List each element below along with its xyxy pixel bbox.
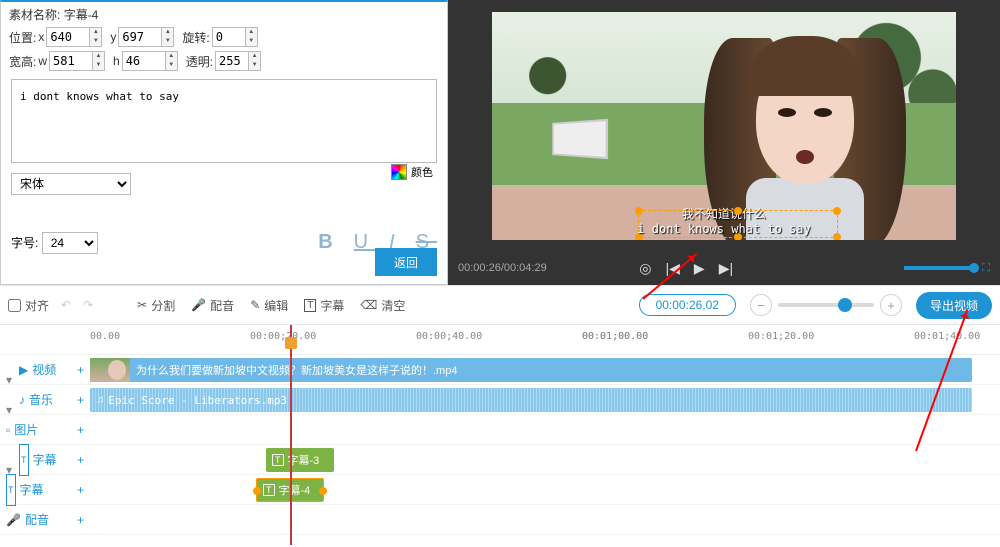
eraser-icon: ⌫ — [360, 298, 377, 312]
pencil-icon: ✎ — [250, 298, 260, 312]
add-icon[interactable]: + — [77, 475, 84, 505]
pos-y-input[interactable] — [118, 27, 162, 47]
time-display: 00:00:26/00:04:29 — [458, 262, 547, 274]
opac, opacity-label: 透明: — [186, 53, 213, 70]
font-size-select[interactable]: 24 — [42, 232, 98, 254]
text-icon: T — [304, 299, 316, 312]
redo-icon[interactable]: ↷ — [83, 298, 93, 312]
text-icon: T — [6, 474, 16, 506]
scissors-icon: ✂ — [137, 298, 147, 312]
font-size-label: 字号: — [11, 234, 38, 251]
pos-x-input[interactable] — [46, 27, 90, 47]
mic-icon: 🎤 — [191, 298, 206, 312]
add-icon[interactable]: + — [77, 445, 84, 475]
play-icon[interactable]: ▶ — [694, 260, 705, 277]
font-family-select[interactable]: 宋体 — [11, 173, 131, 195]
height-spinner[interactable]: ▲▼ — [166, 51, 178, 71]
player-controls: 00:00:26/00:04:29 ◎ |◀ ▶ ▶| ⛶ — [448, 251, 1000, 285]
zoom-in-button[interactable]: + — [880, 294, 902, 316]
add-icon[interactable]: + — [77, 505, 84, 535]
track-area[interactable]: 00.00 00:00;20.00 00:00;40.00 00:01;00.0… — [90, 325, 1000, 547]
subtitle-button[interactable]: T字幕 — [304, 297, 344, 314]
music-track-header[interactable]: ▾♪音乐+ — [0, 385, 90, 415]
image-track-header[interactable]: ▫图片+ — [0, 415, 90, 445]
opacity-spinner[interactable]: ▲▼ — [249, 51, 261, 71]
align-button[interactable]: 对齐 — [8, 297, 49, 314]
h-label: h — [113, 54, 120, 68]
video-track-icon: ▶ — [19, 355, 28, 385]
width-spinner[interactable]: ▲▼ — [93, 51, 105, 71]
fullscreen-icon[interactable]: ⛶ — [982, 262, 990, 275]
zoom-out-button[interactable]: − — [750, 294, 772, 316]
record-button[interactable]: 🎤配音 — [191, 297, 234, 314]
height-input[interactable] — [122, 51, 166, 71]
edit-button[interactable]: ✎编辑 — [250, 297, 288, 314]
position-label: 位置: — [9, 29, 36, 46]
w-label: w — [38, 54, 47, 68]
erase-button[interactable]: ⌫清空 — [360, 297, 405, 314]
playhead[interactable] — [290, 325, 292, 545]
video-clip[interactable]: 为什么我们要做新加坡中文视频？新加坡美女是这样子说的！.mp4 — [90, 358, 972, 382]
next-icon[interactable]: ▶| — [719, 260, 733, 277]
timeline: ▾▶视频+ ▾♪音乐+ ▫图片+ ▾T字幕+ T字幕+ 🎤配音+ 00.00 0… — [0, 325, 1000, 547]
x-label: x — [38, 30, 44, 44]
snapshot-icon[interactable]: ◎ — [639, 260, 651, 277]
time-ruler[interactable]: 00.00 00:00;20.00 00:00;40.00 00:01;00.0… — [90, 325, 1000, 355]
back-button[interactable]: 返回 — [375, 248, 437, 276]
subtitle-track-header-2[interactable]: T字幕+ — [0, 475, 90, 505]
video-track-header[interactable]: ▾▶视频+ — [0, 355, 90, 385]
rotation-label: 旋转: — [182, 29, 209, 46]
material-name-label: 素材名称: — [9, 6, 60, 23]
size-label: 宽高: — [9, 53, 36, 70]
cut-button[interactable]: ✂分割 — [137, 297, 175, 314]
subtitle-en: i dont knows what to say — [492, 222, 956, 236]
width-input[interactable] — [49, 51, 93, 71]
rotation-spinner[interactable]: ▲▼ — [246, 27, 258, 47]
subtitle-track-header-1[interactable]: ▾T字幕+ — [0, 445, 90, 475]
chevron-down-icon: ▾ — [6, 455, 15, 464]
pos-y-spinner[interactable]: ▲▼ — [162, 27, 174, 47]
prev-icon[interactable]: |◀ — [666, 260, 680, 277]
subtitle-text-box — [11, 79, 437, 163]
add-icon[interactable]: + — [77, 385, 84, 415]
volume-slider[interactable] — [904, 266, 974, 270]
audio-track-header[interactable]: 🎤配音+ — [0, 505, 90, 535]
chevron-down-icon: ▾ — [6, 395, 15, 404]
opacity-input[interactable] — [215, 51, 249, 71]
properties-panel: 素材名称: 字幕-4 位置: x ▲▼ y ▲▼ 旋转: ▲▼ 宽高: w ▲▼… — [0, 0, 448, 285]
video-canvas[interactable]: 我不知道说什么 i dont knows what to say — [492, 12, 956, 240]
text-icon: T — [263, 484, 275, 496]
add-icon[interactable]: + — [77, 355, 84, 385]
image-track-icon: ▫ — [6, 415, 10, 445]
subtitle-clip-1[interactable]: T字幕-3 — [266, 448, 334, 472]
undo-icon[interactable]: ↶ — [61, 298, 71, 312]
y-label: y — [110, 30, 116, 44]
chevron-down-icon: ▾ — [6, 365, 15, 374]
pos-x-spinner[interactable]: ▲▼ — [90, 27, 102, 47]
zoom-slider[interactable] — [778, 303, 874, 307]
color-label: 颜色 — [411, 164, 433, 180]
text-icon: T — [19, 444, 29, 476]
music-track-icon: ♪ — [19, 385, 25, 415]
color-swatch[interactable] — [391, 164, 407, 180]
video-preview: 我不知道说什么 i dont knows what to say 00:00:2… — [448, 0, 1000, 285]
audio-clip[interactable]: ♫ Epic Score - Liberators.mp3 — [90, 388, 972, 412]
export-button[interactable]: 导出视频 — [916, 292, 992, 319]
text-icon: T — [272, 454, 284, 466]
rotation-input[interactable] — [212, 27, 246, 47]
subtitle-text-input[interactable] — [12, 80, 436, 103]
mic-icon: 🎤 — [6, 505, 21, 535]
timecode-display: 00:00:26,02 — [639, 294, 736, 316]
main-toolbar: 对齐 ↶ ↷ ✂分割 🎤配音 ✎编辑 T字幕 ⌫清空 00:00:26,02 −… — [0, 285, 1000, 325]
align-checkbox[interactable] — [8, 299, 21, 312]
track-headers: ▾▶视频+ ▾♪音乐+ ▫图片+ ▾T字幕+ T字幕+ 🎤配音+ — [0, 325, 90, 547]
material-name-value: 字幕-4 — [64, 6, 99, 23]
add-icon[interactable]: + — [77, 415, 84, 445]
clip-thumbnail — [90, 358, 130, 382]
